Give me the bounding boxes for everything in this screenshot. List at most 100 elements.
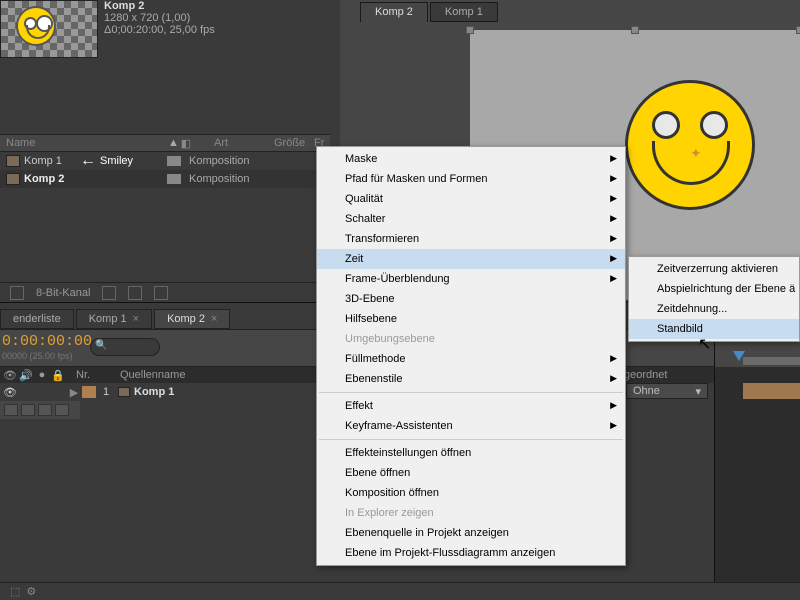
menu-separator — [319, 392, 623, 393]
menu-item: Umgebungsebene — [317, 329, 625, 349]
viewer-tab-komp1[interactable]: Komp 1 — [430, 2, 498, 22]
menu-item[interactable]: Hilfsebene — [317, 309, 625, 329]
menu-item[interactable]: Füllmethode — [317, 349, 625, 369]
menu-item[interactable]: Frame-Überblendung — [317, 269, 625, 289]
audio-col-icon[interactable]: 🔊 — [18, 369, 34, 382]
switch-icon[interactable] — [21, 404, 35, 416]
layer-name[interactable]: Komp 1 — [132, 386, 292, 398]
sort-asc-icon[interactable]: ▲ — [168, 137, 178, 149]
status-bar: ⬚ ⚙ — [0, 582, 800, 600]
label-icon[interactable]: ◧ — [178, 137, 194, 150]
menu-item[interactable]: Komposition öffnen — [317, 483, 625, 503]
timeline-tab-komp1[interactable]: Komp 1× — [76, 309, 152, 329]
bbox-handle[interactable] — [796, 26, 800, 34]
switch-icon[interactable] — [38, 404, 52, 416]
timeline-tracks[interactable] — [714, 329, 800, 600]
menu-item[interactable]: Ebenenstile — [317, 369, 625, 389]
timeline-tabs: enderliste Komp 1× Komp 2× — [0, 309, 230, 329]
smiley-eye — [700, 111, 728, 139]
menu-item[interactable]: Ebene im Projekt-Flussdiagramm anzeigen — [317, 543, 625, 563]
timeline-tab-komp2[interactable]: Komp 2× — [154, 309, 230, 329]
composition-icon — [6, 155, 20, 167]
lock-col-icon[interactable]: 🔒 — [50, 369, 66, 382]
menu-item[interactable]: Qualität — [317, 189, 625, 209]
menu-separator — [319, 439, 623, 440]
menu-item[interactable]: 3D-Ebene — [317, 289, 625, 309]
chevron-down-icon: ▾ — [695, 385, 701, 397]
parent-dropdown[interactable]: Ohne▾ — [626, 383, 708, 399]
playhead-icon[interactable] — [733, 351, 745, 361]
comp-dimensions: 1280 x 720 (1,00) — [104, 12, 215, 24]
menu-item[interactable]: Zeitverzerrung aktivieren — [629, 259, 799, 279]
menu-item[interactable]: Effekteinstellungen öffnen — [317, 443, 625, 463]
close-icon[interactable]: × — [211, 313, 217, 325]
visibility-col-icon[interactable]: 👁 — [2, 369, 18, 382]
work-area-bar[interactable] — [743, 357, 800, 365]
project-footer: 8-Bit-Kanal — [0, 282, 330, 302]
arrow-left-icon: ← — [80, 152, 96, 170]
composition-thumbnail[interactable] — [0, 0, 98, 58]
layer-label-color[interactable] — [82, 386, 96, 398]
smiley-eye — [652, 111, 680, 139]
twirl-icon[interactable]: ▶ — [66, 386, 82, 399]
menu-item[interactable]: Zeit — [317, 249, 625, 269]
layer-number: 1 — [96, 386, 116, 398]
status-icon[interactable]: ⬚ — [10, 585, 20, 598]
bbox-handle[interactable] — [466, 26, 474, 34]
timeline-switches-row — [0, 401, 80, 419]
new-comp-icon[interactable] — [128, 286, 142, 300]
composition-info: Komp 2 1280 x 720 (1,00) Δ0;00:20:00, 25… — [104, 0, 215, 36]
viewer-tabs: Komp 2 Komp 1 — [340, 0, 518, 24]
annotation-smiley: ← Smiley — [80, 152, 133, 170]
menu-item[interactable]: Maske — [317, 149, 625, 169]
viewer-tab-komp2[interactable]: Komp 2 — [360, 2, 428, 22]
current-timecode[interactable]: 0:00:00:00 — [2, 333, 92, 350]
menu-item[interactable]: Pfad für Masken und Formen — [317, 169, 625, 189]
menu-item[interactable]: Schalter — [317, 209, 625, 229]
smiley-thumbnail — [16, 6, 56, 46]
item-type: Komposition — [189, 173, 269, 185]
bbox-handle[interactable] — [631, 26, 639, 34]
switch-icon[interactable] — [4, 404, 18, 416]
anchor-point-icon[interactable]: ✦ — [690, 145, 702, 162]
switch-icon[interactable] — [55, 404, 69, 416]
visibility-toggle[interactable]: 👁 — [2, 386, 18, 399]
timeline-tab-renderlist[interactable]: enderliste — [0, 309, 74, 329]
col-type[interactable]: Art — [194, 137, 274, 149]
label-color[interactable] — [167, 174, 181, 184]
label-color[interactable] — [167, 156, 181, 166]
item-type: Komposition — [189, 155, 269, 167]
layer-duration-bar[interactable] — [743, 383, 800, 399]
project-item-komp2[interactable]: Komp 2 Komposition — [0, 170, 330, 188]
status-icon[interactable]: ⚙ — [26, 585, 36, 598]
menu-item[interactable]: Standbild — [629, 319, 799, 339]
menu-item[interactable]: Ebene öffnen — [317, 463, 625, 483]
menu-item[interactable]: Effekt — [317, 396, 625, 416]
project-panel: Komp 2 1280 x 720 (1,00) Δ0;00:20:00, 25… — [0, 0, 330, 300]
menu-item[interactable]: Transformieren — [317, 229, 625, 249]
close-icon[interactable]: × — [133, 313, 139, 325]
menu-item[interactable]: Zeitdehnung... — [629, 299, 799, 319]
layer-type-icon — [116, 387, 132, 397]
smiley-layer[interactable]: ✦ — [625, 80, 755, 210]
item-name: Komp 2 — [24, 173, 167, 185]
col-nr[interactable]: Nr. — [66, 369, 120, 381]
comp-duration: Δ0;00:20:00, 25,00 fps — [104, 24, 215, 36]
menu-item[interactable]: Keyframe-Assistenten — [317, 416, 625, 436]
col-sourcename[interactable]: Quellenname — [120, 369, 300, 381]
menu-item[interactable]: Ebenenquelle in Projekt anzeigen — [317, 523, 625, 543]
interpret-footage-icon[interactable] — [10, 286, 24, 300]
solo-col-icon[interactable]: ● — [34, 369, 50, 381]
project-list-header: Name ▲ ◧ Art Größe Fr — [0, 134, 330, 152]
menu-item[interactable]: Abspielrichtung der Ebene ä — [629, 279, 799, 299]
composition-icon — [6, 173, 20, 185]
new-folder-icon[interactable] — [102, 286, 116, 300]
col-name[interactable]: Name — [6, 137, 168, 149]
trash-icon[interactable] — [154, 286, 168, 300]
col-parent[interactable]: geordnet — [624, 369, 667, 381]
timeline-search-input[interactable] — [90, 338, 160, 356]
bit-depth-button[interactable]: 8-Bit-Kanal — [36, 287, 90, 299]
col-size[interactable]: Größe — [274, 137, 314, 149]
timecode-fps-hint: 00000 (25.00 fps) — [2, 351, 73, 361]
project-item-komp1[interactable]: Komp 1 Komposition — [0, 152, 330, 170]
